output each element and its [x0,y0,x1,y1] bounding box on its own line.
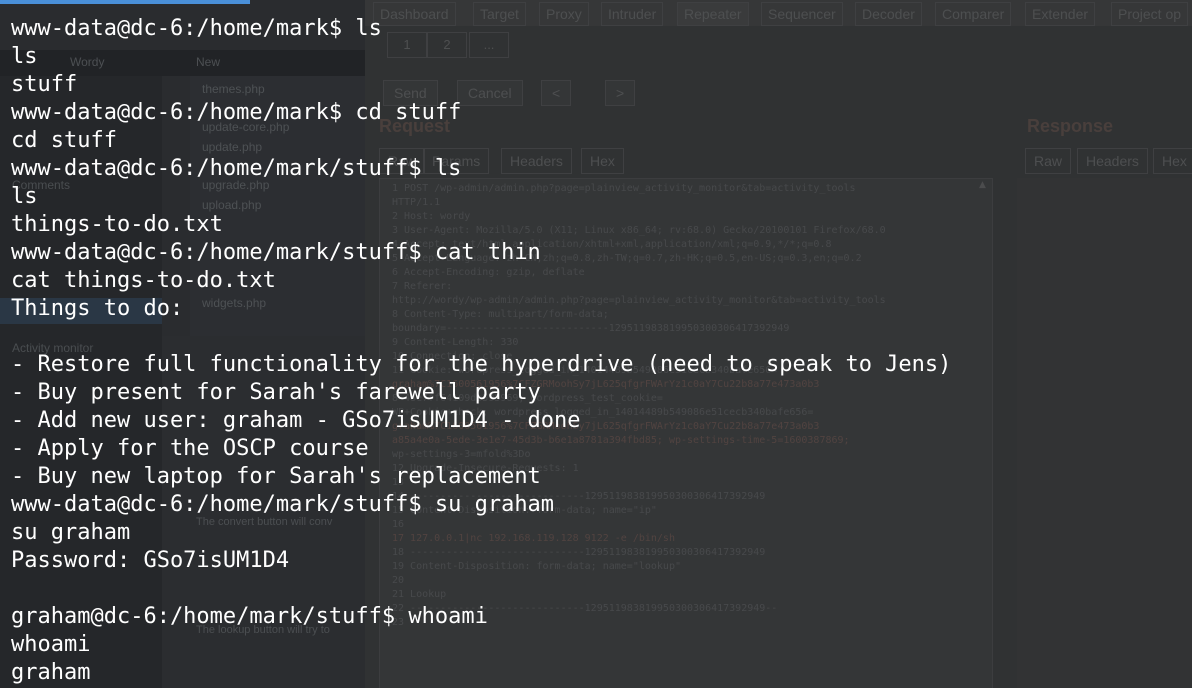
terminal-line: - Buy new laptop for Sarah's replacement [11,464,541,489]
terminal-line: stuff [11,72,78,97]
terminal-line: www-data@dc-6:/home/mark$ cd stuff [11,100,462,125]
terminal-line: www-data@dc-6:/home/mark/stuff$ su graha… [11,492,555,517]
terminal-line: ls [11,184,38,209]
terminal-line: - Apply for the OSCP course [11,436,369,461]
progress-bar [0,0,250,4]
terminal-line: Password: GSo7isUM1D4 [11,548,290,573]
terminal-line: www-data@dc-6:/home/mark/stuff$ ls [11,156,462,181]
terminal-line: graham@dc-6:/home/mark/stuff$ whoami [11,604,488,629]
terminal-line: - Restore full functionality for the hyp… [11,352,952,377]
terminal-window[interactable]: www-data@dc-6:/home/mark$ ls ls stuff www-d… [0,0,1192,688]
terminal-line: ls [11,44,38,69]
terminal-line: cat things-to-do.txt [11,268,276,293]
terminal-line: Things to do: [11,296,184,321]
terminal-line: www-data@dc-6:/home/mark$ ls [11,16,382,41]
terminal-line: graham [11,660,91,685]
terminal-line: cd stuff [11,128,117,153]
terminal-line: things-to-do.txt [11,212,223,237]
terminal-line: - Add new user: graham - GSo7isUM1D4 - d… [11,408,581,433]
terminal-line: whoami [11,632,91,657]
terminal-line: www-data@dc-6:/home/mark/stuff$ cat thin [11,240,541,265]
terminal-line: - Buy present for Sarah's farewell party [11,380,541,405]
terminal-line: su graham [11,520,131,545]
